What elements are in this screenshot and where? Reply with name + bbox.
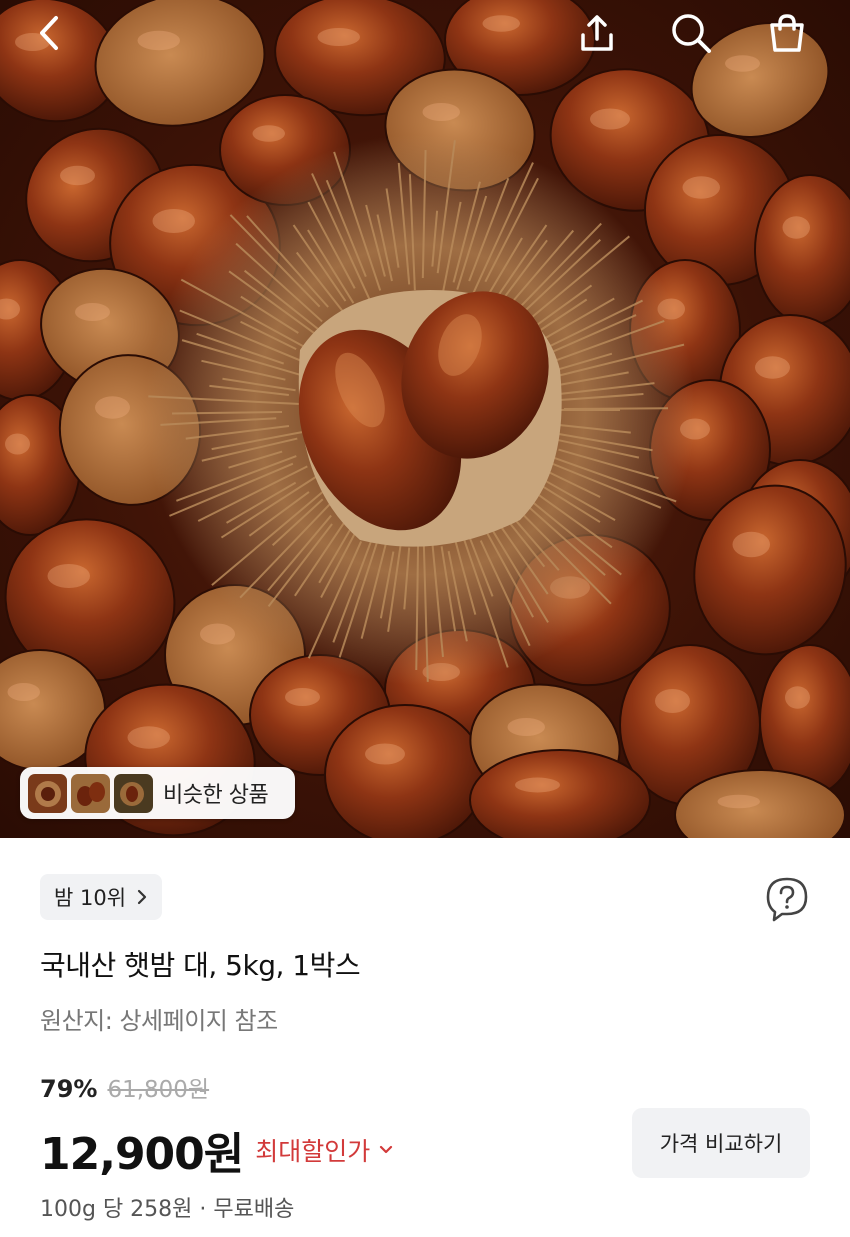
product-title: 국내산 햇밤 대, 5kg, 1박스 — [40, 949, 361, 982]
similar-thumb-2 — [71, 773, 110, 813]
search-icon — [672, 14, 711, 53]
discount-rate: 79% — [40, 1075, 98, 1103]
cart-button[interactable] — [760, 6, 814, 60]
category-rank-chip[interactable]: 밤 10위 — [40, 874, 163, 920]
similar-products-button[interactable]: 비슷한 상품 — [20, 767, 295, 819]
chevron-left-icon — [40, 16, 58, 50]
price-row: 12,900원 최대할인가 — [40, 1118, 394, 1182]
help-icon[interactable] — [764, 876, 810, 922]
compare-price-button[interactable]: 가격 비교하기 — [632, 1108, 810, 1178]
share-icon — [581, 15, 613, 51]
unit-price-shipping: 100g 당 258원 · 무료배송 — [40, 1197, 295, 1222]
origin-info: 원산지: 상세페이지 참조 — [40, 1007, 278, 1035]
original-price: 61,800원 — [107, 1077, 210, 1103]
search-button[interactable] — [664, 6, 718, 60]
sale-price: 12,900원 — [40, 1129, 244, 1180]
chestnut-photo — [0, 0, 850, 838]
chevron-down-icon — [380, 1145, 393, 1154]
similar-products-label: 비슷한 상품 — [163, 783, 269, 808]
max-discount-label: 최대할인가 — [255, 1137, 371, 1166]
share-button[interactable] — [570, 6, 624, 60]
product-image[interactable]: 비슷한 상품 — [0, 0, 850, 838]
discount-row: 79% 61,800원 — [40, 1070, 209, 1104]
shopping-bag-icon — [770, 14, 804, 52]
similar-thumb-1 — [28, 773, 67, 813]
chevron-right-icon — [137, 889, 147, 905]
similar-thumb-3 — [114, 773, 153, 813]
back-button[interactable] — [22, 6, 76, 60]
max-discount-toggle[interactable]: 최대할인가 — [255, 1132, 394, 1168]
rank-label: 밤 10위 — [54, 886, 127, 910]
